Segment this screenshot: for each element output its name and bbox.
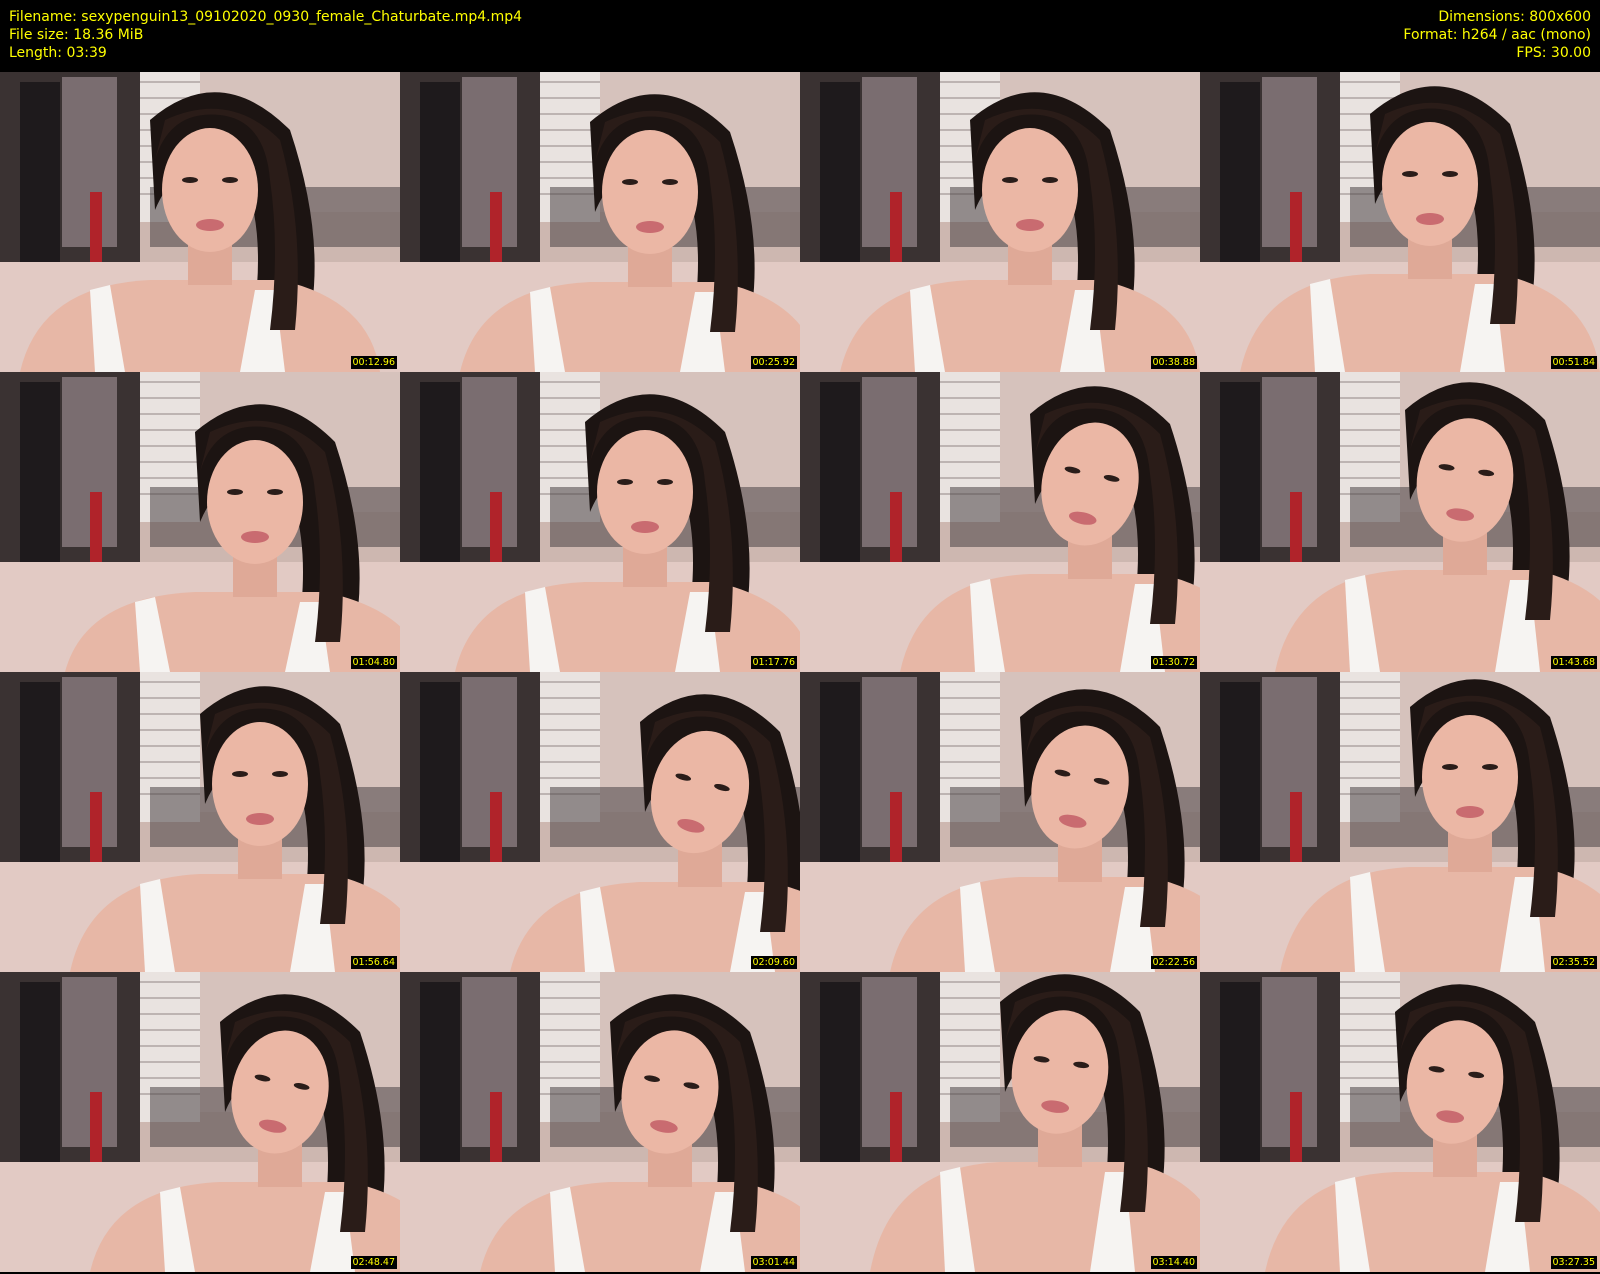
frame-image <box>1200 372 1600 672</box>
frame-timestamp: 02:22.56 <box>1150 956 1197 969</box>
video-frame-thumbnail: 01:30.72 <box>800 372 1200 672</box>
frame-image <box>1200 72 1600 372</box>
frame-timestamp: 01:04.80 <box>350 656 397 669</box>
frame-image <box>800 72 1200 372</box>
filename-line: Filename: sexypenguin13_09102020_0930_fe… <box>9 9 523 25</box>
frame-timestamp: 00:38.88 <box>1150 356 1197 369</box>
frame-timestamp: 03:14.40 <box>1150 1256 1197 1269</box>
frame-image <box>800 372 1200 672</box>
frame-image <box>800 672 1200 972</box>
length-line: Length: 03:39 <box>9 45 107 61</box>
metadata-header: Filename: sexypenguin13_09102020_0930_fe… <box>0 0 1600 72</box>
frame-image <box>1200 972 1600 1272</box>
video-frame-thumbnail: 00:25.92 <box>400 72 800 372</box>
video-frame-thumbnail: 00:12.96 <box>0 72 400 372</box>
format-line: Format: h264 / aac (mono) <box>1403 27 1591 43</box>
video-frame-thumbnail: 02:35.52 <box>1200 672 1600 972</box>
fps-line: FPS: 30.00 <box>1516 45 1591 61</box>
frame-image <box>0 672 400 972</box>
frame-timestamp: 01:17.76 <box>750 656 797 669</box>
video-frame-thumbnail: 01:56.64 <box>0 672 400 972</box>
frame-image <box>400 72 800 372</box>
contact-sheet: Filename: sexypenguin13_09102020_0930_fe… <box>0 0 1600 1274</box>
dimensions-line: Dimensions: 800x600 <box>1438 9 1591 25</box>
frame-image <box>400 672 800 972</box>
frame-image <box>0 72 400 372</box>
video-frame-thumbnail: 03:27.35 <box>1200 972 1600 1272</box>
video-frame-thumbnail: 02:09.60 <box>400 672 800 972</box>
frame-timestamp: 01:56.64 <box>350 956 397 969</box>
video-frame-thumbnail: 02:22.56 <box>800 672 1200 972</box>
frame-timestamp: 00:25.92 <box>750 356 797 369</box>
frame-timestamp: 03:27.35 <box>1550 1256 1597 1269</box>
frame-image <box>0 372 400 672</box>
video-frame-thumbnail: 01:43.68 <box>1200 372 1600 672</box>
frame-image <box>400 972 800 1272</box>
frame-image <box>1200 672 1600 972</box>
thumbnail-grid: 00:12.96 00:25.92 00:38.88 00:51.84 01:04.80… <box>0 72 1600 1272</box>
frame-timestamp: 00:51.84 <box>1550 356 1597 369</box>
metadata-right-block: Dimensions: 800x600 Format: h264 / aac (… <box>1403 8 1591 62</box>
frame-image <box>0 972 400 1272</box>
video-frame-thumbnail: 01:04.80 <box>0 372 400 672</box>
frame-image <box>800 972 1200 1272</box>
frame-timestamp: 00:12.96 <box>350 356 397 369</box>
metadata-left-block: Filename: sexypenguin13_09102020_0930_fe… <box>9 8 522 62</box>
frame-timestamp: 02:35.52 <box>1550 956 1597 969</box>
video-frame-thumbnail: 03:14.40 <box>800 972 1200 1272</box>
frame-image <box>400 372 800 672</box>
video-frame-thumbnail: 00:38.88 <box>800 72 1200 372</box>
video-frame-thumbnail: 00:51.84 <box>1200 72 1600 372</box>
video-frame-thumbnail: 02:48.47 <box>0 972 400 1272</box>
frame-timestamp: 02:48.47 <box>350 1256 397 1269</box>
frame-timestamp: 03:01.44 <box>750 1256 797 1269</box>
video-frame-thumbnail: 01:17.76 <box>400 372 800 672</box>
frame-timestamp: 01:43.68 <box>1550 656 1597 669</box>
filesize-line: File size: 18.36 MiB <box>9 27 144 43</box>
frame-timestamp: 02:09.60 <box>750 956 797 969</box>
video-frame-thumbnail: 03:01.44 <box>400 972 800 1272</box>
frame-timestamp: 01:30.72 <box>1150 656 1197 669</box>
